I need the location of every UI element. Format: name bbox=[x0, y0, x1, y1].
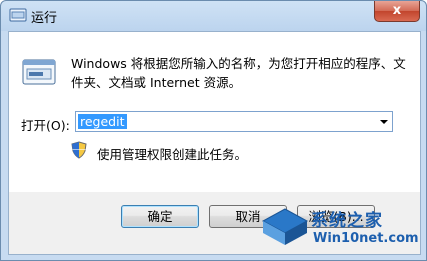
chevron-down-icon[interactable] bbox=[380, 120, 388, 124]
watermark-logo-icon bbox=[261, 208, 309, 245]
open-label: 打开(O): bbox=[21, 118, 70, 133]
watermark-brand: 系统之家 bbox=[311, 211, 383, 231]
watermark-site: Win10net.com bbox=[313, 231, 419, 246]
run-program-icon bbox=[22, 59, 56, 85]
close-button[interactable]: x bbox=[374, 1, 420, 22]
uac-shield-icon bbox=[71, 141, 87, 159]
command-input[interactable]: regedit bbox=[78, 114, 127, 129]
admin-note: 使用管理权限创建此任务。 bbox=[97, 147, 248, 162]
ok-button[interactable]: 确定 bbox=[121, 205, 199, 228]
run-dialog: 运行 x Windows 将根据您所输入的名称，为您打开相应的程序、文件夹、文档… bbox=[0, 0, 427, 261]
dialog-content: Windows 将根据您所输入的名称，为您打开相应的程序、文件夹、文档或 Int… bbox=[8, 31, 421, 193]
watermark: 系统之家 Win10net.com bbox=[261, 203, 421, 255]
command-combobox[interactable]: regedit bbox=[75, 111, 393, 132]
dialog-description: Windows 将根据您所输入的名称，为您打开相应的程序、文件夹、文档或 Int… bbox=[71, 56, 406, 90]
title-bar[interactable]: 运行 x bbox=[1, 1, 426, 31]
window-title: 运行 bbox=[31, 11, 58, 26]
run-window-icon bbox=[9, 8, 27, 22]
